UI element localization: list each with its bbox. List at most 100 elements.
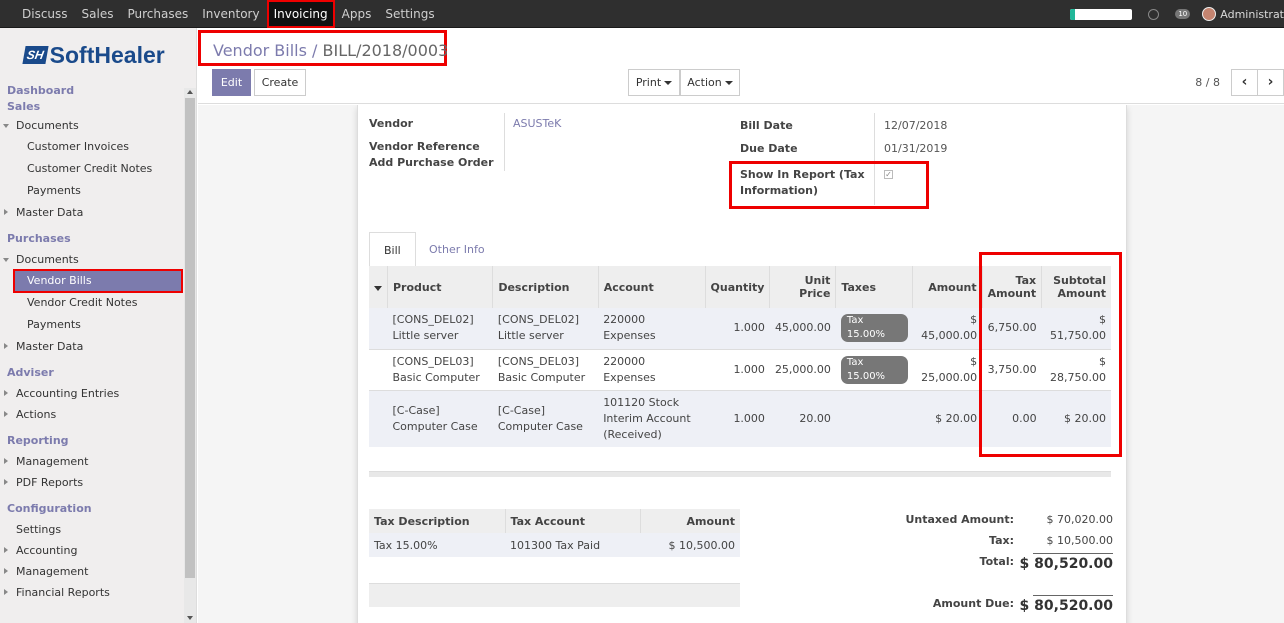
sidebar-item-reporting[interactable]: Reporting [0, 430, 184, 451]
scroll-down-icon[interactable] [187, 616, 193, 620]
sidebar-item-accounting-entries[interactable]: Accounting Entries [0, 383, 184, 404]
line-quantity: 1.000 [705, 389, 770, 447]
line-unit-price: 20.00 [769, 389, 836, 447]
sidebar-item-accounting[interactable]: Accounting [0, 540, 184, 561]
line-amount: $ 20.00 [912, 389, 983, 447]
column-account[interactable]: Account [597, 266, 706, 308]
chat-count-badge[interactable]: 10 [1175, 9, 1191, 19]
highlight-tax-columns [979, 252, 1122, 457]
app-menu-invoicing[interactable]: Invoicing [266, 0, 335, 28]
logo-mark: SH [22, 46, 49, 64]
top-navbar: Discuss Sales Purchases Inventory Invoicing A… [0, 0, 1284, 28]
print-caret-icon [664, 81, 673, 85]
tax-amount: $ 10,500.00 [640, 533, 740, 557]
tab-bill[interactable]: Bill [369, 232, 416, 267]
tax-table: Tax Description Tax Account Amount Tax 1… [369, 509, 740, 557]
app-menu-settings[interactable]: Settings [378, 0, 441, 28]
app-menu-discuss[interactable]: Discuss [15, 0, 75, 28]
tax-amount-header: Amount [639, 509, 740, 533]
pager-next-icon[interactable]: › [1257, 69, 1284, 96]
sidebar-item-adviser[interactable]: Adviser [0, 362, 184, 383]
sidebar-item-master-data[interactable]: Master Data [0, 202, 184, 223]
column-taxes[interactable]: Taxes [835, 266, 913, 308]
sidebar-item-vendor-bills[interactable]: Vendor Bills [13, 269, 183, 293]
tax-tag[interactable]: Tax 15.00% [840, 355, 908, 384]
sidebar-item-configuration[interactable]: Configuration [0, 498, 184, 519]
logo-text: SoftHealer [49, 41, 165, 68]
bill-date-value: 12/07/2018 [884, 119, 948, 132]
vendor-label: Vendor [369, 117, 414, 130]
breadcrumb-vendor-bills[interactable]: Vendor Bills [213, 41, 307, 60]
line-unit-price: 45,000.00 [769, 308, 836, 349]
total-separator [1033, 553, 1113, 554]
sidebar-item-customer-credit-notes[interactable]: Customer Credit Notes [0, 158, 184, 180]
sidebar-item-customer-invoices[interactable]: Customer Invoices [0, 136, 184, 158]
bill-date-label: Bill Date [740, 119, 793, 132]
action-button[interactable]: Action [680, 69, 740, 96]
sidebar-item-financial-reports[interactable]: Financial Reports [0, 582, 184, 603]
line-quantity: 1.000 [705, 348, 770, 390]
tax-header-row: Tax Description Tax Account Amount [369, 509, 740, 533]
line-unit-price: 25,000.00 [769, 348, 836, 390]
activity-progress-bar[interactable] [1070, 8, 1133, 20]
line-amount: $ 45,000.00 [912, 308, 983, 349]
sidebar-item-settings[interactable]: Settings [0, 519, 184, 540]
sidebar-item-management[interactable]: Management [0, 451, 184, 472]
field-divider [504, 113, 505, 171]
sidebar-item-vendor-credit-notes[interactable]: Vendor Credit Notes [0, 292, 184, 314]
tax-description: Tax 15.00% [369, 533, 505, 557]
sidebar-item-payments[interactable]: Payments [0, 314, 184, 336]
line-account: 220000 Expenses [598, 308, 706, 349]
sidebar-item-management[interactable]: Management [0, 561, 184, 582]
user-menu[interactable]: Administrat [1220, 8, 1284, 21]
line-quantity: 1.000 [705, 308, 770, 349]
app-menu-apps[interactable]: Apps [335, 0, 379, 28]
tab-other-info[interactable]: Other Info [415, 232, 499, 267]
app-menu-sales[interactable]: Sales [75, 0, 121, 28]
line-account: 101120 Stock Interim Account (Received) [598, 389, 706, 447]
untaxed-amount-label: Untaxed Amount: [905, 513, 1014, 526]
breadcrumb-separator: / [312, 41, 318, 60]
progress-fill [1070, 8, 1075, 20]
sidebar-item-master-data[interactable]: Master Data [0, 336, 184, 357]
create-button[interactable]: Create [254, 69, 306, 96]
line-taxes: Tax 15.00% [835, 308, 913, 349]
print-label: Print [635, 76, 662, 89]
pager-previous-icon[interactable]: ‹ [1231, 69, 1258, 96]
edit-button[interactable]: Edit [212, 69, 251, 96]
column-product[interactable]: Product [386, 266, 493, 308]
sidebar-menu: Dashboard Sales Documents Customer Invoices… [0, 83, 184, 603]
tax-tag[interactable]: Tax 15.00% [840, 314, 908, 343]
add-purchase-order-label: Add Purchase Order [369, 156, 494, 169]
sidebar-item-payments[interactable]: Payments [0, 180, 184, 202]
sidebar-item-dashboard[interactable]: Dashboard [0, 83, 184, 99]
highlight-show-in-report [729, 161, 929, 209]
sidebar-item-pdf-reports[interactable]: PDF Reports [0, 472, 184, 493]
tax-row[interactable]: Tax 15.00% 101300 Tax Paid $ 10,500.00 [369, 533, 740, 557]
sidebar-scrollbar[interactable] [184, 88, 196, 623]
form-view: Vendor ASUSTeK Vendor Reference Add Purc… [198, 105, 1284, 623]
activity-clock-icon[interactable] [1148, 8, 1160, 20]
app-menu-inventory[interactable]: Inventory [195, 0, 266, 28]
print-button[interactable]: Print [628, 69, 680, 96]
tax-account: 101300 Tax Paid [505, 533, 640, 557]
line-description: [C-Case] Computer Case [492, 389, 599, 447]
sidebar: SH SoftHealer Dashboard Sales Documents Cus… [0, 28, 197, 623]
column-amount[interactable]: Amount [912, 266, 983, 308]
amount-due-separator [1033, 595, 1113, 596]
column-quantity[interactable]: Quantity [704, 266, 770, 308]
column-description[interactable]: Description [492, 266, 599, 308]
vendor-value[interactable]: ASUSTeK [513, 117, 561, 130]
scroll-up-icon[interactable] [187, 90, 193, 94]
scroll-thumb[interactable] [185, 98, 195, 578]
pager-value[interactable]: 8 / 8 [1195, 69, 1220, 96]
sidebar-item-documents[interactable]: Documents [0, 115, 184, 136]
sidebar-item-sales[interactable]: Sales [0, 99, 184, 115]
sidebar-item-documents[interactable]: Documents [0, 249, 184, 270]
sidebar-item-purchases[interactable]: Purchases [0, 228, 184, 249]
user-avatar[interactable] [1202, 7, 1217, 21]
sidebar-item-actions[interactable]: Actions [0, 404, 184, 425]
app-menu-purchases[interactable]: Purchases [121, 0, 196, 28]
column-unit-price[interactable]: Unit Price [769, 266, 836, 308]
sort-caret-icon[interactable] [374, 285, 382, 291]
